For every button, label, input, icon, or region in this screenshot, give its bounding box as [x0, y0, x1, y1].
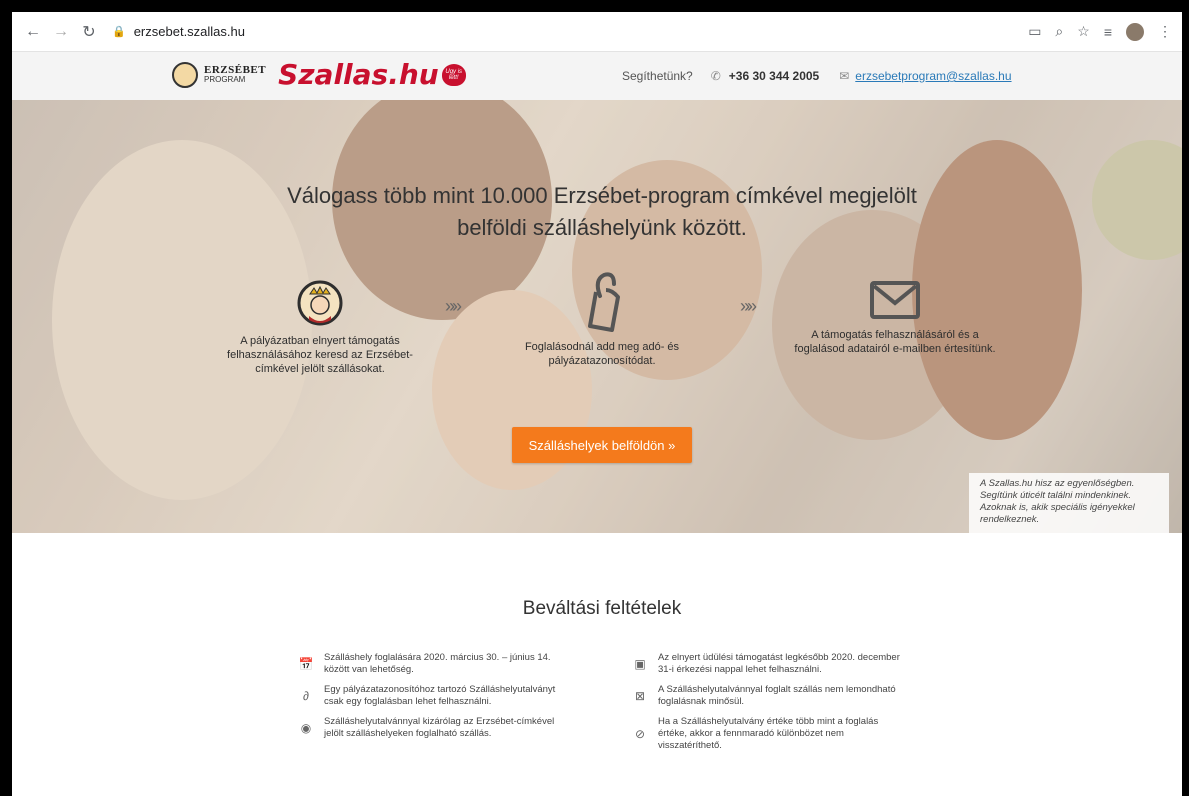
conditions-title: Beváltási feltételek — [522, 598, 682, 619]
step-3: A támogatás felhasználásáról és a foglal… — [790, 280, 1000, 356]
cast-icon[interactable]: ▭ — [1028, 23, 1041, 40]
arrows-icon: »» — [445, 296, 462, 316]
condition-text: Szálláshely foglalására 2020. március 30… — [324, 652, 551, 675]
condition-text: Szálláshelyutalvánnyal kizárólag az Erzs… — [324, 716, 555, 739]
conditions-left-column: 📅 Szálláshely foglalására 2020. március … — [298, 652, 568, 748]
help-text: Segíthetünk? — [622, 69, 693, 83]
back-icon[interactable]: ← — [22, 21, 44, 43]
reload-icon[interactable]: ↻ — [78, 21, 100, 43]
browser-window: ← → ↻ 🔒 erzsebet.szallas.hu ▭ ⌕ ☆ ≡ ⋮ ER… — [12, 12, 1182, 796]
heart-badge-icon: Ugy is lett! — [441, 63, 466, 86]
step-3-text: A támogatás felhasználásáról és a foglal… — [794, 329, 996, 355]
condition-item: ◉ Szálláshelyutalvánnyal kizárólag az Er… — [298, 716, 568, 740]
arrows-icon: »» — [740, 296, 757, 316]
erzsebet-logo-sub: PROGRAM — [204, 74, 246, 84]
queen-seal-icon — [297, 280, 343, 326]
hero-title-line-2: belföldi szálláshelyünk között. — [457, 215, 747, 240]
hero-title-line-1: Válogass több mint 10.000 Erzsébet-progr… — [287, 183, 917, 208]
address-url: erzsebet.szallas.hu — [133, 24, 245, 39]
screen-frame: ← → ↻ 🔒 erzsebet.szallas.hu ▭ ⌕ ☆ ≡ ⋮ ER… — [0, 0, 1189, 796]
step-2-text: Foglalásodnál add meg adó- és pályázataz… — [524, 341, 680, 367]
condition-text: Az elnyert üdülési támogatást legkésőbb … — [658, 652, 900, 675]
equality-note: A Szallas.hu hisz az egyenlőségben. Segí… — [969, 473, 1169, 533]
condition-text: Ha a Szálláshelyutalvány értéke több min… — [658, 716, 879, 751]
mail-icon: ✉ — [839, 69, 850, 83]
no-refund-icon: ⊘ — [634, 727, 646, 741]
logo-group[interactable]: ERZSÉBET PROGRAM Szallas.hu Ugy is lett! — [172, 58, 466, 91]
email-link[interactable]: erzsebetprogram@szallas.hu — [855, 69, 1011, 83]
erzsebet-program-logo: ERZSÉBET PROGRAM — [204, 63, 267, 85]
erzsebet-seal-icon — [172, 61, 198, 88]
calendar-icon: 📅 — [298, 657, 314, 671]
calendar-day-icon: ▣ — [634, 657, 646, 671]
condition-text: Egy pályázatazonosítóhoz tartozó Szállás… — [324, 684, 556, 707]
step-2: Foglalásodnál add meg adó- és pályázataz… — [502, 270, 702, 368]
step-1-text: A pályázatban elnyert támogatás felhaszn… — [227, 335, 413, 375]
condition-item: ⊠ A Szálláshelyutalvánnyal foglalt száll… — [632, 684, 902, 708]
phone-icon: ✆ — [710, 69, 721, 83]
reading-list-icon[interactable]: ≡ — [1104, 24, 1112, 40]
hero-section: Válogass több mint 10.000 Erzsébet-progr… — [12, 100, 1182, 533]
condition-item: ⊘ Ha a Szálláshelyutalvány értéke több m… — [632, 716, 902, 752]
step-1: A pályázatban elnyert támogatás felhaszn… — [220, 280, 420, 376]
profile-avatar[interactable] — [1126, 22, 1144, 41]
zoom-icon[interactable]: ⌕ — [1055, 23, 1063, 40]
erzsebet-badge-icon: ◉ — [300, 721, 312, 735]
accommodations-button[interactable]: Szálláshelyek belföldön » — [512, 427, 692, 463]
tag-icon: ∂ — [303, 689, 309, 703]
menu-kebab-icon[interactable]: ⋮ — [1158, 23, 1172, 40]
condition-item: ∂ Egy pályázatazonosítóhoz tartozó Száll… — [298, 684, 568, 708]
browser-toolbar: ← → ↻ 🔒 erzsebet.szallas.hu ▭ ⌕ ☆ ≡ ⋮ — [12, 12, 1182, 52]
condition-item: 📅 Szálláshely foglalására 2020. március … — [298, 652, 568, 676]
tag-icon — [588, 272, 620, 332]
erzsebet-logo-title: ERZSÉBET — [204, 63, 267, 76]
lock-icon: 🔒 — [112, 26, 126, 38]
hero-title: Válogass több mint 10.000 Erzsébet-progr… — [12, 180, 1182, 244]
szallas-logo: Szallas.hu — [278, 58, 439, 91]
conditions-right-column: ▣ Az elnyert üdülési támogatást legkésőb… — [632, 652, 902, 760]
site-header: ERZSÉBET PROGRAM Szallas.hu Ugy is lett!… — [12, 52, 1182, 100]
forward-icon[interactable]: → — [50, 21, 72, 43]
phone-number[interactable]: +36 30 344 2005 — [729, 69, 819, 83]
browser-actions: ▭ ⌕ ☆ ≡ ⋮ — [1028, 22, 1172, 41]
contact-info: Segíthetünk? ✆ +36 30 344 2005 ✉ erzsebe… — [622, 69, 1012, 83]
condition-text: A Szálláshelyutalvánnyal foglalt szállás… — [658, 684, 896, 707]
calendar-cancel-icon: ⊠ — [634, 689, 646, 703]
bookmark-star-icon[interactable]: ☆ — [1077, 23, 1090, 40]
envelope-icon — [870, 281, 920, 319]
condition-item: ▣ Az elnyert üdülési támogatást legkésőb… — [632, 652, 902, 676]
address-bar[interactable]: 🔒 erzsebet.szallas.hu — [112, 20, 245, 44]
